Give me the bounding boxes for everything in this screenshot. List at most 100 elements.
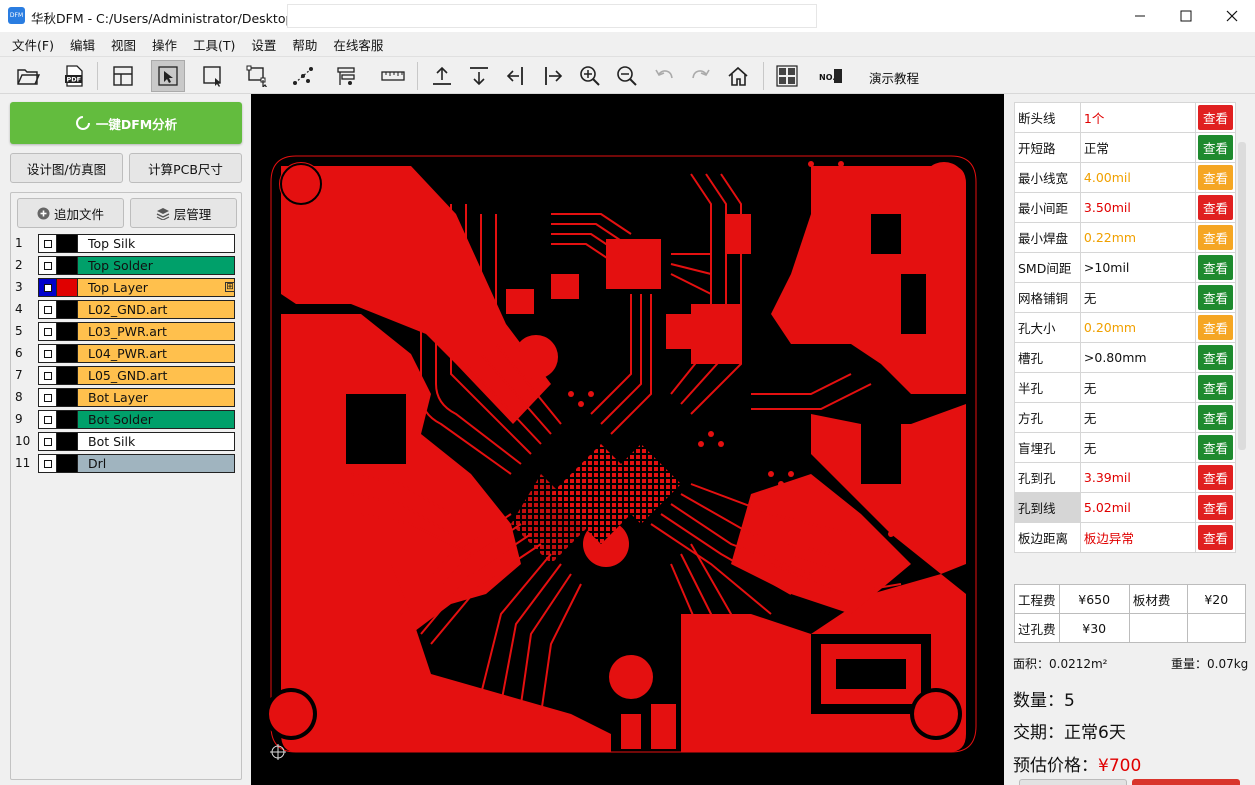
layer-color-swatch[interactable] (57, 344, 77, 363)
layer-color-swatch[interactable] (57, 322, 77, 341)
view-button[interactable]: 查看 (1197, 495, 1233, 520)
view-button[interactable]: 查看 (1197, 315, 1233, 340)
pdf-button[interactable]: PDF (57, 60, 91, 92)
layer-name[interactable]: Top Solder (77, 256, 235, 275)
view-button[interactable]: 查看 (1197, 255, 1233, 280)
layer-name[interactable]: Top Layer (77, 278, 235, 297)
menu-file[interactable]: 文件(F) (4, 35, 62, 54)
menu-view[interactable]: 视图 (103, 35, 144, 54)
zoom-out-button[interactable] (610, 60, 644, 92)
layer-visibility-checkbox[interactable] (38, 388, 57, 407)
close-button[interactable] (1209, 0, 1255, 32)
demo-tutorial-link[interactable]: 演示教程 (869, 68, 919, 87)
align-right-button[interactable] (536, 60, 570, 92)
layer-color-swatch[interactable] (57, 388, 77, 407)
redo-button[interactable] (684, 60, 718, 92)
layer-visibility-checkbox[interactable] (38, 344, 57, 363)
layer-name[interactable]: L04_PWR.art (77, 344, 235, 363)
import-down-button[interactable] (462, 60, 496, 92)
secondary-action-button[interactable] (1019, 779, 1127, 785)
layer-color-swatch[interactable] (57, 366, 77, 385)
box-select-button[interactable] (196, 60, 230, 92)
align-left-button[interactable] (499, 60, 533, 92)
layer-row[interactable]: 10 Bot Silk (11, 431, 243, 452)
layer-color-swatch[interactable] (57, 256, 77, 275)
layer-color-swatch[interactable] (57, 300, 77, 319)
view-button[interactable]: 查看 (1197, 225, 1233, 250)
layer-row[interactable]: 4 L02_GND.art (11, 299, 243, 320)
layer-row[interactable]: 6 L04_PWR.art (11, 343, 243, 364)
undo-button[interactable] (647, 60, 681, 92)
ruler-button[interactable] (376, 60, 410, 92)
order-button[interactable] (1132, 779, 1240, 785)
design-simulation-button[interactable]: 设计图/仿真图 (10, 153, 123, 183)
layer-row[interactable]: 7 L05_GND.art (11, 365, 243, 386)
menu-help[interactable]: 帮助 (284, 35, 325, 54)
pcb-canvas[interactable] (251, 94, 1004, 785)
menu-online-service[interactable]: 在线客服 (325, 35, 391, 54)
view-button[interactable]: 查看 (1197, 525, 1233, 550)
view-button[interactable]: 查看 (1197, 465, 1233, 490)
layer-row[interactable]: 5 L03_PWR.art (11, 321, 243, 342)
maximize-button[interactable] (1163, 0, 1209, 32)
calc-pcb-size-button[interactable]: 计算PCB尺寸 (129, 153, 242, 183)
zoom-in-button[interactable] (573, 60, 607, 92)
serial-number-button[interactable]: NO. (814, 60, 848, 92)
layer-color-swatch[interactable] (57, 432, 77, 451)
layer-color-swatch[interactable] (57, 234, 77, 253)
menu-edit[interactable]: 编辑 (62, 35, 103, 54)
view-button[interactable]: 查看 (1197, 195, 1233, 220)
layer-row[interactable]: 8 Bot Layer (11, 387, 243, 408)
view-button[interactable]: 查看 (1197, 435, 1233, 460)
view-button[interactable]: 查看 (1197, 405, 1233, 430)
layer-visibility-checkbox[interactable] (38, 234, 57, 253)
layer-manage-button[interactable]: 层管理 (130, 198, 237, 228)
add-file-button[interactable]: 追加文件 (17, 198, 124, 228)
title-path-field[interactable] (287, 4, 817, 28)
menu-operate[interactable]: 操作 (144, 35, 185, 54)
layer-name[interactable]: L02_GND.art (77, 300, 235, 319)
layer-name[interactable]: Drl (77, 454, 235, 473)
view-button[interactable]: 查看 (1197, 375, 1233, 400)
layer-visibility-checkbox[interactable] (38, 300, 57, 319)
view-button[interactable]: 查看 (1197, 345, 1233, 370)
view-button[interactable]: 查看 (1197, 285, 1233, 310)
home-button[interactable] (721, 60, 755, 92)
layer-row[interactable]: 1 Top Silk (11, 233, 243, 254)
layer-name[interactable]: Top Silk (77, 234, 235, 253)
window-layout-button[interactable] (106, 60, 140, 92)
view-button[interactable]: 查看 (1197, 165, 1233, 190)
menu-tools[interactable]: 工具(T) (185, 35, 243, 54)
layer-visibility-checkbox[interactable] (38, 454, 57, 473)
layer-visibility-checkbox[interactable] (38, 322, 57, 341)
layer-visibility-checkbox[interactable] (38, 278, 57, 297)
export-up-button[interactable] (425, 60, 459, 92)
minimize-button[interactable] (1117, 0, 1163, 32)
panelize-button[interactable] (770, 60, 804, 92)
expand-icon[interactable]: ⊞ (225, 282, 235, 292)
net-select-button[interactable] (241, 60, 275, 92)
results-scrollbar[interactable] (1238, 142, 1246, 450)
layer-visibility-checkbox[interactable] (38, 432, 57, 451)
layer-visibility-checkbox[interactable] (38, 410, 57, 429)
view-button[interactable]: 查看 (1197, 135, 1233, 160)
one-click-dfm-button[interactable]: 一键DFM分析 (10, 102, 242, 144)
layer-color-swatch[interactable] (57, 410, 77, 429)
view-button[interactable]: 查看 (1197, 105, 1233, 130)
layer-row[interactable]: 11 Drl (11, 453, 243, 474)
route-button[interactable] (286, 60, 320, 92)
layer-visibility-checkbox[interactable] (38, 256, 57, 275)
layer-color-swatch[interactable] (57, 278, 77, 297)
layer-name[interactable]: L03_PWR.art (77, 322, 235, 341)
layer-name[interactable]: L05_GND.art (77, 366, 235, 385)
layer-name[interactable]: Bot Solder (77, 410, 235, 429)
layer-row[interactable]: 9 Bot Solder (11, 409, 243, 430)
layer-row[interactable]: 2 Top Solder (11, 255, 243, 276)
layer-row[interactable]: 3 Top Layer ⊞ (11, 277, 243, 298)
align-button[interactable] (331, 60, 365, 92)
layer-color-swatch[interactable] (57, 454, 77, 473)
layer-name[interactable]: Bot Silk (77, 432, 235, 451)
select-tool-button[interactable] (151, 60, 185, 92)
layer-name[interactable]: Bot Layer (77, 388, 235, 407)
open-button[interactable] (11, 60, 45, 92)
